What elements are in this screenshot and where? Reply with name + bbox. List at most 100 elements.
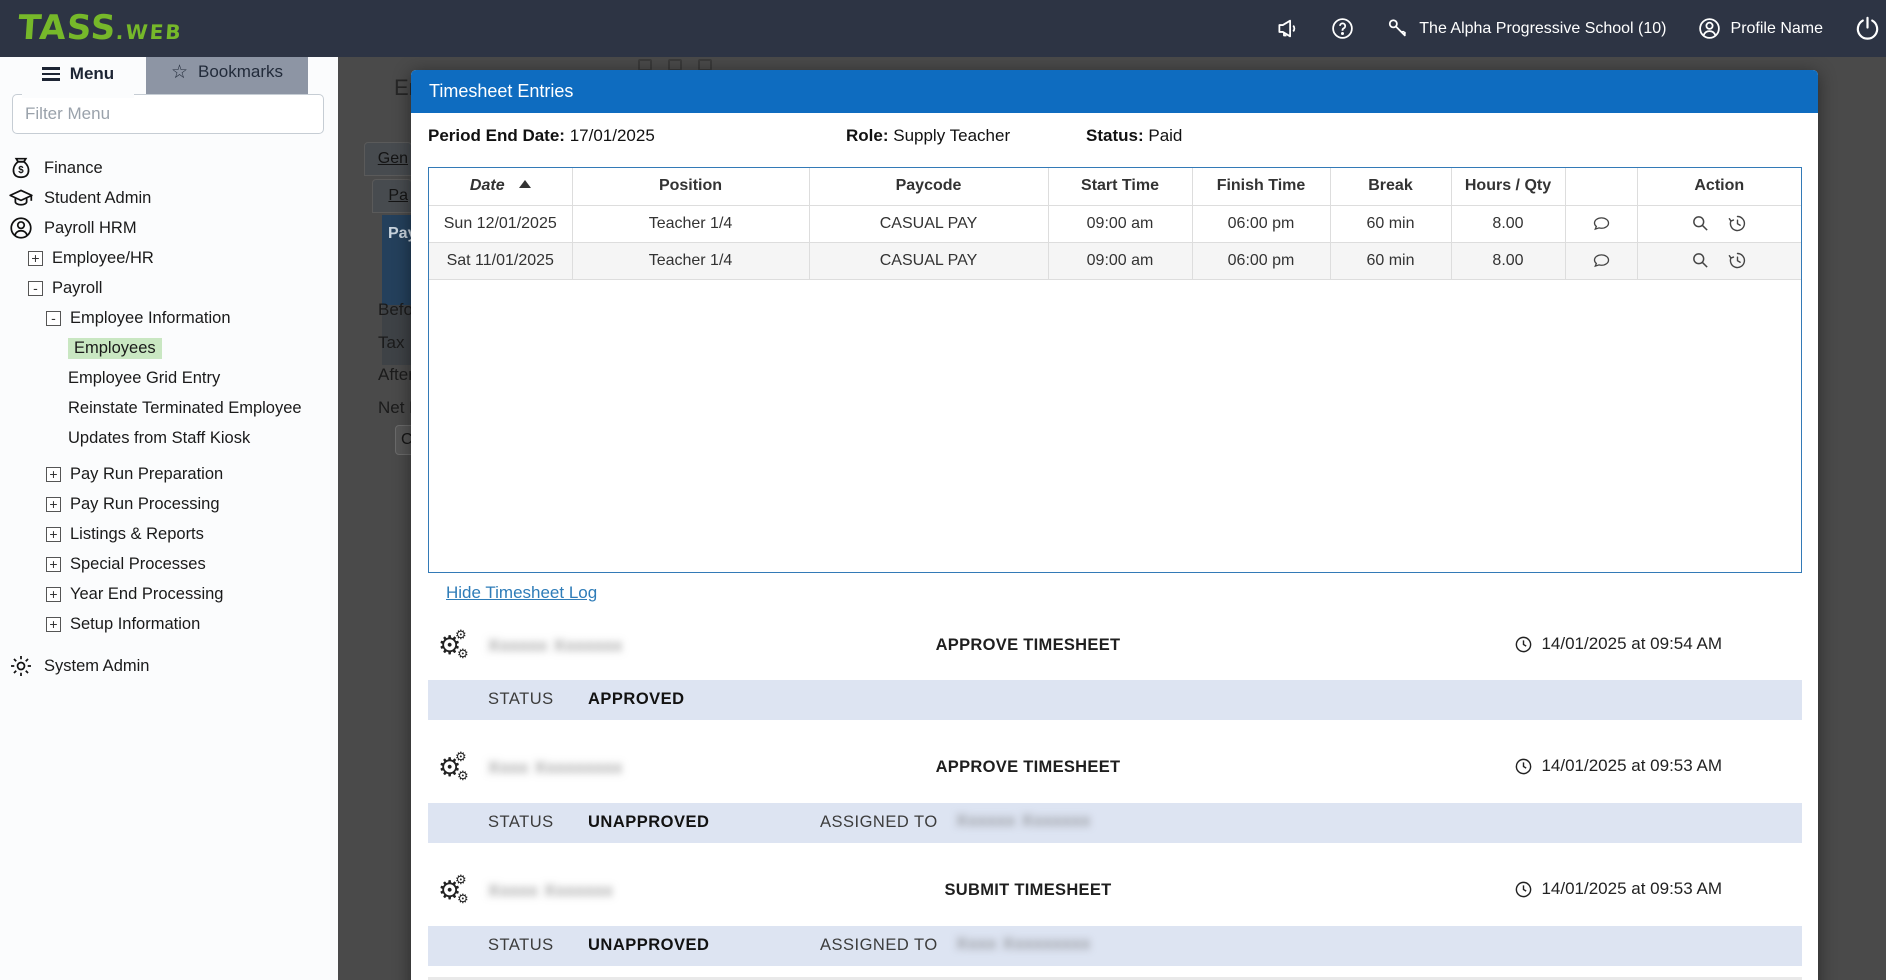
cell-comment[interactable] bbox=[1565, 242, 1637, 279]
redacted-assigned-name: Xxxx Xxxxxxxxx bbox=[956, 934, 1091, 954]
table-row: Sat 11/01/2025 Teacher 1/4 CASUAL PAY 09… bbox=[429, 242, 1801, 279]
expand-icon[interactable]: + bbox=[46, 587, 61, 602]
collapse-icon[interactable]: - bbox=[46, 311, 61, 326]
collapse-icon[interactable]: - bbox=[28, 281, 43, 296]
app-root: TASS.WEB The Alpha Progressive School (1… bbox=[0, 0, 1886, 980]
background-field-label: After bbox=[378, 365, 414, 385]
log-action-label: SUBMIT TIMESHEET bbox=[868, 881, 1188, 900]
modal-title: Timesheet Entries bbox=[429, 81, 573, 102]
megaphone-icon bbox=[1275, 16, 1300, 41]
help-button[interactable] bbox=[1330, 16, 1355, 41]
profile-menu[interactable]: Profile Name bbox=[1697, 16, 1823, 41]
gear-icon bbox=[8, 653, 34, 679]
cell-start-time: 09:00 am bbox=[1048, 242, 1192, 279]
history-icon[interactable] bbox=[1727, 250, 1748, 271]
navigation-tree: $ Finance Student Admin Payroll HRM + Em… bbox=[0, 153, 338, 681]
sidebar-item-updates-from-staff-kiosk[interactable]: Updates from Staff Kiosk bbox=[0, 423, 338, 453]
view-detail-icon[interactable] bbox=[1690, 213, 1711, 234]
sort-ascending-icon bbox=[519, 180, 531, 188]
log-status-bar: STATUS UNAPPROVED ASSIGNED TO Xxxx Xxxxx… bbox=[428, 926, 1802, 966]
status-value: UNAPPROVED bbox=[588, 936, 709, 955]
redacted-assigned-label: ASSIGNED TO bbox=[820, 936, 938, 955]
column-header-break[interactable]: Break bbox=[1330, 168, 1451, 205]
sidebar-item-finance[interactable]: $ Finance bbox=[0, 153, 338, 183]
cell-action bbox=[1637, 242, 1801, 279]
column-header-hours-qty[interactable]: Hours / Qty bbox=[1451, 168, 1565, 205]
column-header-finish-time[interactable]: Finish Time bbox=[1192, 168, 1330, 205]
cell-paycode: CASUAL PAY bbox=[809, 205, 1048, 242]
sidebar-item-listings-reports[interactable]: + Listings & Reports bbox=[0, 519, 338, 549]
sidebar-item-pay-run-preparation[interactable]: + Pay Run Preparation bbox=[0, 459, 338, 489]
cell-hours-qty: 8.00 bbox=[1451, 242, 1565, 279]
sidebar-item-employees-selected[interactable]: Employees bbox=[0, 333, 338, 363]
timesheet-log-entry: ⚙⚙⚙ Xxxxxx Xxxxxxx APPROVE TIMESHEET 14/… bbox=[428, 626, 1802, 672]
modal-header: Timesheet Entries bbox=[411, 70, 1818, 113]
column-header-date[interactable]: Date bbox=[429, 168, 572, 205]
redacted-user-name: Xxxxxx Xxxxxxx bbox=[488, 636, 623, 656]
money-bag-icon: $ bbox=[8, 155, 34, 181]
announcements-button[interactable] bbox=[1275, 16, 1300, 41]
sidebar-item-system-admin[interactable]: System Admin bbox=[0, 651, 338, 681]
top-bar: TASS.WEB The Alpha Progressive School (1… bbox=[0, 0, 1886, 57]
background-pay-header: Pay bbox=[382, 215, 412, 305]
graduation-cap-icon bbox=[8, 185, 34, 211]
person-circle-icon bbox=[8, 215, 34, 241]
sidebar-item-pay-run-processing[interactable]: + Pay Run Processing bbox=[0, 489, 338, 519]
cell-finish-time: 06:00 pm bbox=[1192, 205, 1330, 242]
question-circle-icon bbox=[1330, 16, 1355, 41]
sidebar-item-employee-hr[interactable]: + Employee/HR bbox=[0, 243, 338, 273]
expand-icon[interactable]: + bbox=[46, 557, 61, 572]
expand-icon[interactable]: + bbox=[46, 527, 61, 542]
key-icon bbox=[1385, 16, 1410, 41]
filter-menu-input[interactable] bbox=[12, 94, 324, 134]
cell-comment[interactable] bbox=[1565, 205, 1637, 242]
log-timestamp: 14/01/2025 at 09:53 AM bbox=[1514, 756, 1722, 776]
status-value: APPROVED bbox=[588, 690, 685, 709]
sidebar-item-reinstate-terminated-employee[interactable]: Reinstate Terminated Employee bbox=[0, 393, 338, 423]
expand-icon[interactable]: + bbox=[46, 467, 61, 482]
expand-icon[interactable]: + bbox=[46, 497, 61, 512]
cell-date: Sat 11/01/2025 bbox=[429, 242, 572, 279]
sidebar-item-special-processes[interactable]: + Special Processes bbox=[0, 549, 338, 579]
sidebar-item-payroll-hrm[interactable]: Payroll HRM bbox=[0, 213, 338, 243]
background-tab-payroll: Pa bbox=[372, 179, 412, 213]
comment-bubble-icon[interactable] bbox=[1591, 250, 1612, 271]
sidebar-item-payroll[interactable]: - Payroll bbox=[0, 273, 338, 303]
log-timestamp: 14/01/2025 at 09:53 AM bbox=[1514, 879, 1722, 899]
history-icon[interactable] bbox=[1727, 213, 1748, 234]
table-row: Sun 12/01/2025 Teacher 1/4 CASUAL PAY 09… bbox=[429, 205, 1801, 242]
cell-start-time: 09:00 am bbox=[1048, 205, 1192, 242]
timesheet-info-row: Period End Date: 17/01/2025 Role: Supply… bbox=[411, 126, 1818, 156]
sidebar-item-setup-information[interactable]: + Setup Information bbox=[0, 609, 338, 639]
comment-bubble-icon[interactable] bbox=[1591, 213, 1612, 234]
log-status-bar: STATUS APPROVED bbox=[428, 680, 1802, 720]
column-header-start-time[interactable]: Start Time bbox=[1048, 168, 1192, 205]
hide-timesheet-log-link[interactable]: Hide Timesheet Log bbox=[446, 583, 597, 603]
clock-icon bbox=[1514, 757, 1533, 776]
timesheet-entries-modal: Timesheet Entries Period End Date: 17/01… bbox=[411, 70, 1818, 980]
expand-icon[interactable]: + bbox=[28, 251, 43, 266]
school-selector[interactable]: The Alpha Progressive School (10) bbox=[1385, 16, 1666, 41]
user-circle-icon bbox=[1697, 16, 1722, 41]
sidebar-item-year-end-processing[interactable]: + Year End Processing bbox=[0, 579, 338, 609]
tass-web-logo[interactable]: TASS.WEB bbox=[17, 8, 185, 48]
sidebar-item-employee-information[interactable]: - Employee Information bbox=[0, 303, 338, 333]
redacted-assigned-name: Xxxxxx Xxxxxxx bbox=[956, 811, 1091, 831]
sidebar-item-student-admin[interactable]: Student Admin bbox=[0, 183, 338, 213]
background-field-label: Tax bbox=[378, 333, 404, 353]
profile-name-label: Profile Name bbox=[1731, 20, 1823, 38]
clock-icon bbox=[1514, 635, 1533, 654]
column-header-paycode[interactable]: Paycode bbox=[809, 168, 1048, 205]
cell-break: 60 min bbox=[1330, 242, 1451, 279]
logout-button[interactable] bbox=[1853, 14, 1882, 43]
menu-tab[interactable]: Menu bbox=[22, 50, 134, 98]
sidebar-item-employee-grid-entry[interactable]: Employee Grid Entry bbox=[0, 363, 338, 393]
column-header-action: Action bbox=[1637, 168, 1801, 205]
cell-break: 60 min bbox=[1330, 205, 1451, 242]
column-header-position[interactable]: Position bbox=[572, 168, 809, 205]
cell-action bbox=[1637, 205, 1801, 242]
sidebar: Menu ☆ Bookmarks $ Finance Student Admin… bbox=[0, 57, 338, 980]
background-tab-general: Gen bbox=[364, 142, 412, 176]
expand-icon[interactable]: + bbox=[46, 617, 61, 632]
view-detail-icon[interactable] bbox=[1690, 250, 1711, 271]
